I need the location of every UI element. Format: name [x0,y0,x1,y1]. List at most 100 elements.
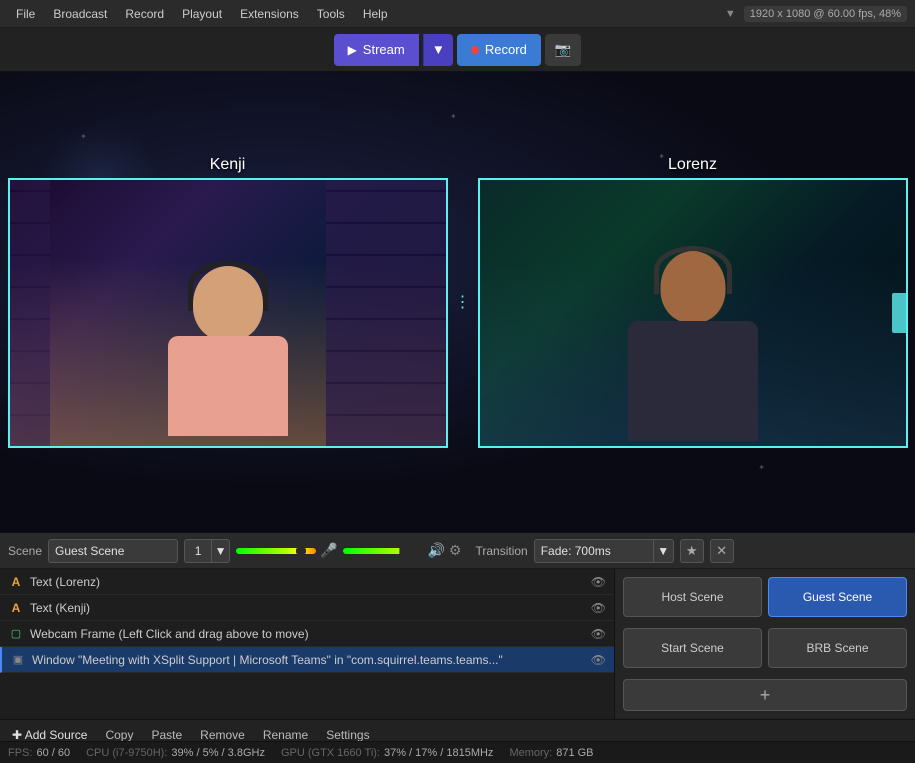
webcam-kenji-wrapper: Kenji [8,156,448,448]
favorite-button[interactable]: ★ [680,539,704,563]
cam1-label: Kenji [8,156,448,174]
transition-dropdown-arrow[interactable]: ▼ [654,539,674,563]
audio-speaker-container: 🔊 ⚙ [343,542,461,559]
scene-label: Scene [8,544,42,558]
menu-tools[interactable]: Tools [309,5,353,23]
menu-help[interactable]: Help [355,5,396,23]
cam-lorenz-content [480,180,906,446]
cam-kenji-content [10,180,446,446]
webcam-kenji[interactable] [8,178,448,448]
text-icon-kenji: A [8,601,24,615]
toolbar: ▶ Stream ▼ Record 📷 [0,28,915,72]
source-name-text-lorenz: Text (Lorenz) [30,575,585,589]
stream-dropdown-button[interactable]: ▼ [423,34,453,66]
stream-button[interactable]: ▶ Stream [334,34,419,66]
audio-mic-container: 🎤 [236,542,337,559]
menu-extensions[interactable]: Extensions [232,5,307,23]
person-lorenz [593,236,793,446]
scene-number-display: 1 [184,539,212,563]
mic-icon[interactable]: 🎤 [320,542,337,559]
source-item-webcam-frame[interactable]: ▢ Webcam Frame (Left Click and drag abov… [0,621,614,647]
record-label: Record [485,42,527,57]
transition-value-input[interactable] [534,539,654,563]
memory-value: 871 GB [556,747,593,759]
minimize-icon[interactable]: ▼ [725,8,736,20]
window-icon: ▣ [10,653,26,666]
preview-area: ✦ ✧ ✦ ✧ ✦ ✦ Kenji [0,72,915,532]
eq-settings-icon[interactable]: ⚙ [449,542,462,559]
add-source-label: Add Source [25,728,88,742]
menu-items: File Broadcast Record Playout Extensions… [8,5,396,23]
fps-label: FPS: [8,747,32,759]
guest-scene-button[interactable]: Guest Scene [768,577,907,617]
bg-shelves-left-kenji [10,180,50,446]
source-name-window: Window "Meeting with XSplit Support | Mi… [32,653,585,667]
cpu-value: 39% / 5% / 3.8GHz [171,747,265,759]
stream-label: Stream [363,42,405,57]
webcam-lorenz-wrapper: Lorenz [478,156,908,448]
source-visible-lorenz[interactable]: 👁 [591,575,606,589]
source-visible-window[interactable]: 👁 [591,653,606,667]
source-visible-webcam[interactable]: 👁 [591,627,606,641]
cpu-label: CPU (i7-9750H): [86,747,167,759]
record-button[interactable]: Record [457,34,541,66]
menu-right: ▼ 1920 x 1080 @ 60.00 fps, 48% [725,6,907,22]
menu-broadcast[interactable]: Broadcast [45,5,115,23]
person-kenji [128,246,328,446]
brb-scene-button[interactable]: BRB Scene [768,628,907,668]
sparkle-5: ✦ [758,463,765,472]
close-transition-button[interactable]: ✕ [710,539,734,563]
source-item-text-lorenz[interactable]: A Text (Lorenz) 👁 [0,569,614,595]
stream-icon: ▶ [348,43,357,57]
controls-row: Scene 1 ▼ 🎤 🔊 ⚙ Transition ▼ ★ ✕ [0,533,915,569]
resolution-display: 1920 x 1080 @ 60.00 fps, 48% [744,6,907,22]
source-name-webcam-frame: Webcam Frame (Left Click and drag above … [30,627,585,641]
start-scene-button[interactable]: Start Scene [623,628,762,668]
source-item-window[interactable]: ▣ Window "Meeting with XSplit Support | … [0,647,614,673]
bg-shelves-kenji [326,180,446,446]
scene-name-input[interactable] [48,539,178,563]
source-visible-kenji[interactable]: 👁 [591,601,606,615]
menu-file[interactable]: File [8,5,43,23]
source-name-text-kenji: Text (Kenji) [30,601,585,615]
head-kenji [193,266,263,341]
chevron-down-icon: ▼ [432,42,445,57]
gpu-label: GPU (GTX 1660 Ti): [281,747,380,759]
transition-label: Transition [475,544,527,558]
resize-handle-right[interactable] [892,293,906,333]
webcam-container: Kenji ⋮ Lorenz [8,156,908,448]
memory-label: Memory: [509,747,552,759]
webcam-lorenz[interactable] [478,178,908,448]
scenes-panel: Host Scene Guest Scene Start Scene BRB S… [615,569,915,719]
text-icon-lorenz: A [8,575,24,589]
sources-list: A Text (Lorenz) 👁 A Text (Kenji) 👁 ▢ Web… [0,569,615,719]
audio-mic-bar[interactable] [236,548,316,554]
sparkle-6: ✦ [450,112,457,121]
webcam-frame-icon: ▢ [8,627,24,640]
cam2-label: Lorenz [478,156,908,174]
add-scene-button[interactable]: + [623,679,907,711]
fps-status: FPS: 60 / 60 [8,747,70,759]
camera-icon: 📷 [555,42,572,58]
cpu-status: CPU (i7-9750H): 39% / 5% / 3.8GHz [86,747,265,759]
source-item-text-kenji[interactable]: A Text (Kenji) 👁 [0,595,614,621]
menu-bar: File Broadcast Record Playout Extensions… [0,0,915,28]
menu-record[interactable]: Record [117,5,172,23]
menu-playout[interactable]: Playout [174,5,230,23]
memory-status: Memory: 871 GB [509,747,593,759]
status-bar: FPS: 60 / 60 CPU (i7-9750H): 39% / 5% / … [0,741,915,763]
sparkle-1: ✦ [80,132,87,141]
resize-handle[interactable]: ⋮ [458,292,468,312]
add-source-icon: ✚ [12,728,22,742]
scene-number-arrow[interactable]: ▼ [212,539,230,563]
body-lorenz [628,321,758,441]
speaker-icon[interactable]: 🔊 [427,542,444,559]
audio-speaker-bar[interactable] [343,548,423,554]
bottom-panel: Scene 1 ▼ 🎤 🔊 ⚙ Transition ▼ ★ ✕ A [0,532,915,763]
host-scene-button[interactable]: Host Scene [623,577,762,617]
head-lorenz [660,251,725,323]
screenshot-button[interactable]: 📷 [545,34,582,66]
sources-area: A Text (Lorenz) 👁 A Text (Kenji) 👁 ▢ Web… [0,569,915,719]
gpu-value: 37% / 17% / 1815MHz [384,747,493,759]
body-kenji [168,336,288,436]
